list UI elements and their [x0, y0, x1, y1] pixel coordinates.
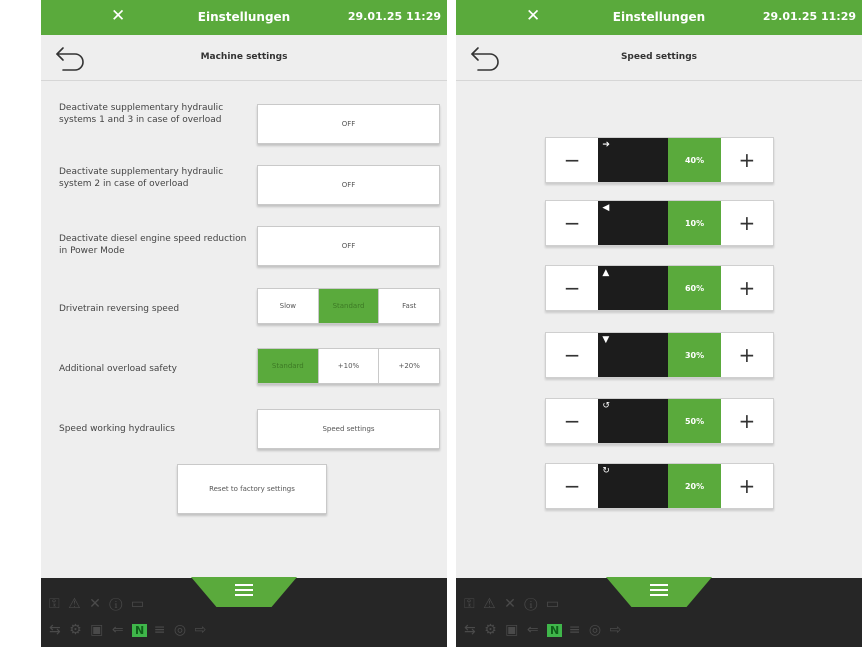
toggle-hydraulics-2-button[interactable]: OFF — [257, 165, 440, 205]
telehandler-tilt-out-icon: ↻ — [598, 464, 669, 508]
speed-settings-screen: ✕ Einstellungen 29.01.25 11:29 Speed set… — [456, 0, 862, 647]
increase-button[interactable]: + — [721, 138, 773, 182]
status-icons-row-2: ⇆ ⚙ ▣ ⇐ N ≡ ◎ ⇨ — [464, 622, 624, 638]
sub-header: Machine settings — [41, 35, 447, 81]
increase-button[interactable]: + — [721, 399, 773, 443]
top-bar: ✕ Einstellungen 29.01.25 11:29 — [41, 0, 447, 35]
speed-value: 50% — [668, 399, 721, 443]
reversing-speed-slow[interactable]: Slow — [258, 289, 319, 323]
increase-button[interactable]: + — [721, 333, 773, 377]
telehandler-arrow-down-icon: ▼ — [598, 333, 669, 377]
speed-row-2: − ◀ 10% + — [545, 200, 774, 246]
hamburger-menu-icon[interactable] — [606, 577, 712, 607]
speed-settings-button[interactable]: Speed settings — [257, 409, 440, 449]
overload-safety-standard[interactable]: Standard — [258, 349, 319, 383]
toggle-hydraulics-1-3-button[interactable]: OFF — [257, 104, 440, 144]
telehandler-tilt-in-icon: ↺ — [598, 399, 669, 443]
setting-label-reversing-speed: Drivetrain reversing speed — [59, 304, 180, 314]
bottom-bar: ⚿ ⚠ ✕ ⓘ ▭ ⇆ ⚙ ▣ ⇐ N ≡ ◎ ⇨ — [41, 577, 447, 647]
datetime: 29.01.25 11:29 — [347, 10, 441, 23]
reversing-speed-standard[interactable]: Standard — [318, 289, 380, 323]
speed-value: 40% — [668, 138, 721, 182]
toggle-engine-speed-button[interactable]: OFF — [257, 226, 440, 266]
decrease-button[interactable]: − — [546, 266, 598, 310]
status-icons-row-1: ⚿ ⚠ ✕ ⓘ ▭ — [464, 596, 562, 612]
datetime: 29.01.25 11:29 — [762, 10, 856, 23]
decrease-button[interactable]: − — [546, 201, 598, 245]
machine-settings-screen: ✕ Einstellungen 29.01.25 11:29 Machine s… — [41, 0, 447, 647]
hamburger-menu-icon[interactable] — [191, 577, 297, 607]
bottom-bar: ⚿ ⚠ ✕ ⓘ ▭ ⇆ ⚙ ▣ ⇐ N ≡ ◎ ⇨ — [456, 577, 862, 647]
decrease-button[interactable]: − — [546, 138, 598, 182]
page-title: Speed settings — [620, 52, 698, 62]
telehandler-arrow-right-icon: ➔ — [598, 138, 669, 182]
setting-label-speed-hydraulics: Speed working hydraulics — [59, 424, 175, 434]
speed-row-5: − ↺ 50% + — [545, 398, 774, 444]
increase-button[interactable]: + — [721, 464, 773, 508]
telehandler-arrow-up-icon: ▲ — [598, 266, 669, 310]
reset-factory-settings-button[interactable]: Reset to factory settings — [177, 464, 327, 514]
neutral-gear-indicator: N — [132, 624, 148, 637]
status-icons-row-2: ⇆ ⚙ ▣ ⇐ N ≡ ◎ ⇨ — [49, 622, 209, 638]
reversing-speed-fast[interactable]: Fast — [379, 289, 439, 323]
increase-button[interactable]: + — [721, 266, 773, 310]
top-bar: ✕ Einstellungen 29.01.25 11:29 — [456, 0, 862, 35]
setting-label-hydraulics-2: Deactivate supplementary hydraulic syste… — [59, 167, 224, 189]
speed-value: 10% — [668, 201, 721, 245]
decrease-button[interactable]: − — [546, 464, 598, 508]
speed-row-3: − ▲ 60% + — [545, 265, 774, 311]
overload-safety-plus-20[interactable]: +20% — [379, 349, 439, 383]
overload-safety-selector: Standard +10% +20% — [257, 348, 440, 384]
speed-value: 60% — [668, 266, 721, 310]
status-icons-row-1: ⚿ ⚠ ✕ ⓘ ▭ — [49, 596, 147, 612]
speed-row-6: − ↻ 20% + — [545, 463, 774, 509]
setting-label-hydraulics-1-3: Deactivate supplementary hydraulic syste… — [59, 103, 224, 125]
speed-value: 30% — [668, 333, 721, 377]
speed-row-1: − ➔ 40% + — [545, 137, 774, 183]
decrease-button[interactable]: − — [546, 333, 598, 377]
setting-label-engine-speed: Deactivate diesel engine speed reduction… — [59, 234, 247, 256]
speed-value: 20% — [668, 464, 721, 508]
speed-row-4: − ▼ 30% + — [545, 332, 774, 378]
neutral-gear-indicator: N — [547, 624, 563, 637]
setting-label-overload-safety: Additional overload safety — [59, 364, 177, 374]
increase-button[interactable]: + — [721, 201, 773, 245]
overload-safety-plus-10[interactable]: +10% — [319, 349, 380, 383]
reversing-speed-selector: Slow Standard Fast — [257, 288, 440, 324]
sub-header: Speed settings — [456, 35, 862, 81]
page-title: Machine settings — [200, 52, 288, 62]
decrease-button[interactable]: − — [546, 399, 598, 443]
telehandler-arrow-left-icon: ◀ — [598, 201, 669, 245]
